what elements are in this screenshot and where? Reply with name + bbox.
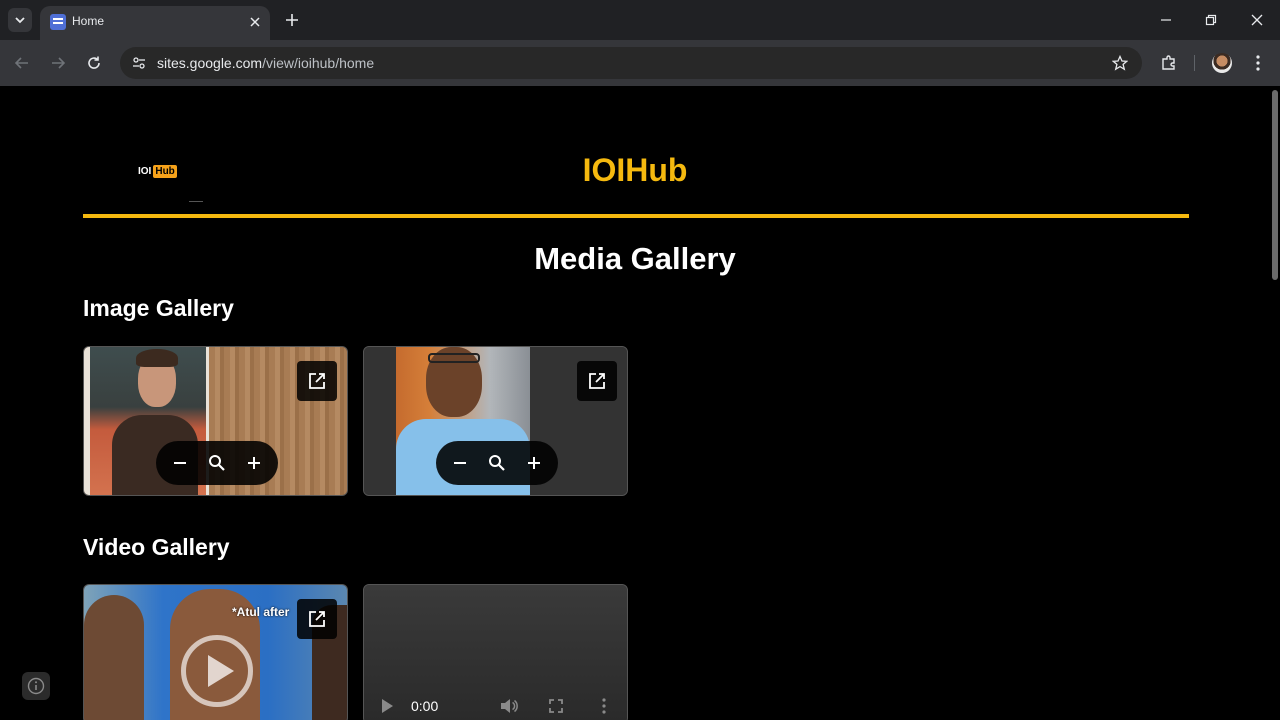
zoom-controls	[156, 441, 278, 485]
google-sites-icon	[50, 14, 66, 30]
video-time: 0:00	[411, 698, 439, 714]
open-in-new-icon	[309, 373, 325, 389]
image-card-2[interactable]	[363, 346, 628, 496]
video-caption: *Atul after	[232, 605, 290, 619]
browser-toolbar: sites.google.com/view/ioihub/home	[0, 40, 1280, 86]
plus-icon	[247, 457, 260, 469]
url-host: sites.google.com	[157, 55, 263, 71]
video-gallery-heading: Video Gallery	[83, 534, 230, 560]
site-info-button[interactable]	[128, 52, 150, 74]
play-icon[interactable]	[382, 699, 393, 713]
plus-icon	[286, 14, 298, 26]
open-in-new-button[interactable]	[577, 361, 617, 401]
zoom-in-button[interactable]	[240, 449, 268, 477]
tab-title: Home	[72, 14, 105, 28]
more-vertical-icon	[602, 698, 606, 714]
more-vertical-icon	[1256, 55, 1260, 71]
zoom-icon	[208, 455, 225, 471]
video-controls: 0:00	[364, 687, 627, 720]
page-heading: Media Gallery	[534, 241, 736, 276]
volume-button[interactable]	[500, 697, 518, 715]
image-card-1[interactable]	[83, 346, 348, 496]
new-tab-button[interactable]	[282, 10, 302, 30]
reload-icon	[88, 56, 100, 69]
scrollbar-thumb[interactable]	[1272, 90, 1278, 280]
tune-icon	[133, 57, 145, 69]
browser-menu-button[interactable]	[1246, 51, 1270, 75]
address-bar[interactable]: sites.google.com/view/ioihub/home	[120, 47, 1142, 79]
minimize-button[interactable]	[1153, 8, 1179, 32]
restore-button[interactable]	[1198, 8, 1224, 32]
video-card-2[interactable]: 0:00	[363, 584, 628, 720]
tab-strip: Home	[0, 0, 1280, 40]
video-more-button[interactable]	[596, 697, 612, 715]
back-button[interactable]	[10, 51, 34, 75]
zoom-reset-button[interactable]	[483, 449, 511, 477]
open-in-new-icon	[589, 373, 605, 389]
chevron-down-icon	[15, 17, 25, 24]
restore-icon	[1205, 14, 1217, 26]
play-button[interactable]	[181, 635, 253, 707]
extensions-button[interactable]	[1157, 51, 1181, 75]
header-divider	[83, 214, 1189, 218]
reload-button[interactable]	[82, 51, 106, 75]
close-icon	[1251, 14, 1263, 26]
open-in-new-button[interactable]	[297, 599, 337, 639]
puzzle-icon	[1162, 55, 1175, 70]
tab-search-button[interactable]	[8, 8, 32, 32]
zoom-in-button[interactable]	[520, 449, 548, 477]
fullscreen-button[interactable]	[548, 698, 564, 714]
video-card-1[interactable]: *Atul after	[83, 584, 348, 720]
minus-icon	[174, 462, 187, 464]
logo-underline	[189, 201, 203, 202]
volume-icon	[501, 699, 518, 713]
zoom-reset-button[interactable]	[203, 449, 231, 477]
close-window-button[interactable]	[1244, 8, 1270, 32]
arrow-right-icon	[52, 57, 66, 69]
zoom-out-button[interactable]	[446, 449, 474, 477]
forward-button[interactable]	[46, 51, 70, 75]
page-content: IOI Hub IOIHub Media Gallery Image Galle…	[0, 88, 1270, 720]
minus-icon	[454, 462, 467, 464]
zoom-icon	[488, 455, 505, 471]
url-text: sites.google.com/view/ioihub/home	[157, 55, 374, 71]
arrow-left-icon	[14, 57, 28, 69]
url-path: /view/ioihub/home	[262, 55, 375, 71]
info-icon	[27, 677, 45, 695]
bookmark-button[interactable]	[1110, 53, 1130, 73]
fullscreen-icon	[549, 699, 563, 713]
zoom-out-button[interactable]	[166, 449, 194, 477]
open-in-new-icon	[309, 611, 325, 627]
browser-tab-home[interactable]: Home	[40, 6, 270, 40]
plus-icon	[527, 457, 540, 469]
minimize-icon	[1161, 19, 1171, 21]
site-title: IOIHub	[582, 152, 688, 188]
profile-avatar[interactable]	[1212, 53, 1232, 73]
site-info-button[interactable]	[22, 672, 50, 700]
page-scrollbar[interactable]	[1270, 88, 1280, 720]
toolbar-separator	[1194, 55, 1195, 71]
star-icon	[1112, 55, 1128, 71]
open-in-new-button[interactable]	[297, 361, 337, 401]
image-gallery-heading: Image Gallery	[83, 295, 234, 321]
tab-close-button[interactable]	[246, 13, 264, 31]
zoom-controls	[436, 441, 558, 485]
close-icon	[250, 17, 260, 27]
